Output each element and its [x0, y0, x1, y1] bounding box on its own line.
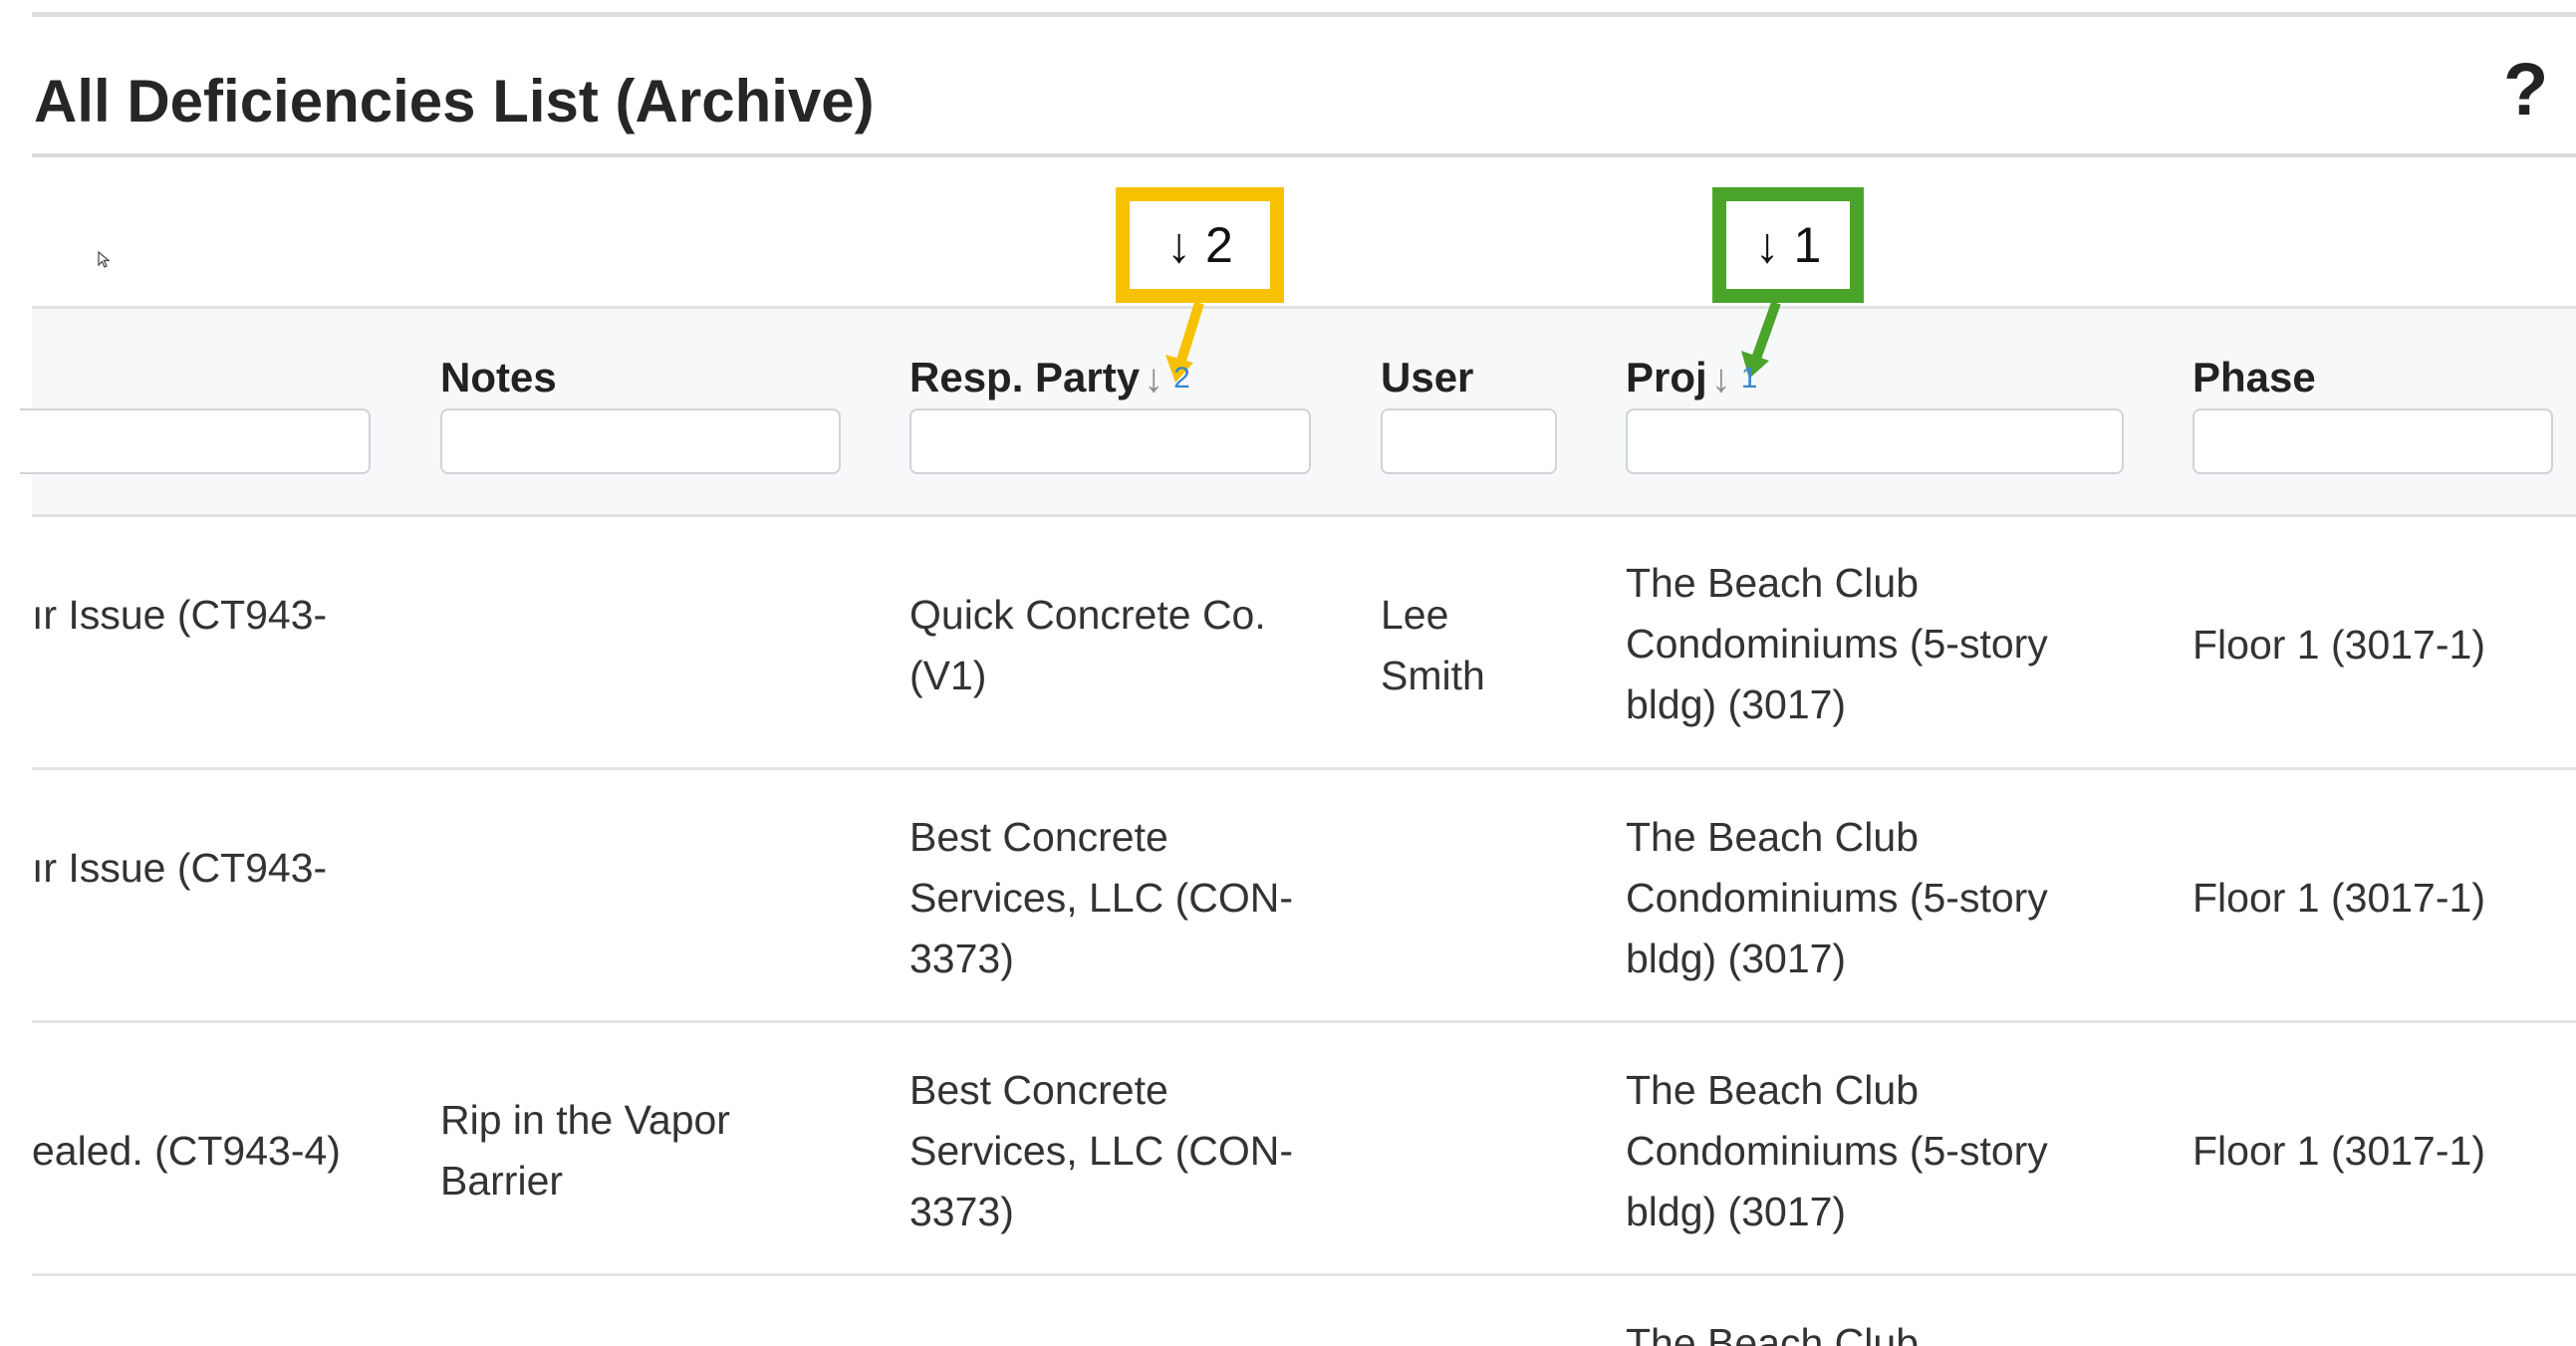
cell-line: Services, LLC (CON-	[909, 875, 1294, 921]
cell-description: ealed. (CT943-4)	[32, 1128, 341, 1174]
cell-user: Lee Smith	[1381, 585, 1580, 706]
sort-callout-primary-label: ↓ 1	[1726, 201, 1850, 289]
cell-proj: The Beach Club	[1626, 1320, 1920, 1346]
sort-callout-secondary: ↓ 2	[1116, 187, 1284, 303]
col-header-phase[interactable]: Phase	[2192, 353, 2316, 403]
cell-line: Rip in the Vapor	[440, 1097, 730, 1143]
cell-line: Barrier	[440, 1158, 564, 1204]
cell-line: Best Concrete	[909, 1067, 1168, 1113]
cell-proj: The Beach Club Condominiums (5-story bld…	[1626, 807, 2144, 989]
cell-line: bldg) (3017)	[1626, 1189, 1847, 1234]
filter-input-notes[interactable]	[440, 408, 841, 474]
col-header-resp-party-label: Resp. Party	[909, 354, 1141, 401]
cell-line: The Beach Club	[1626, 814, 1920, 860]
cell-line: Services, LLC (CON-	[909, 1128, 1294, 1174]
sort-order-badge: 1	[1740, 362, 1758, 395]
cell-line: 3373)	[909, 1189, 1014, 1234]
cell-resp-party: Best Concrete Services, LLC (CON- 3373)	[909, 1060, 1348, 1242]
cell-line: Best Concrete	[909, 814, 1168, 860]
filter-input-proj[interactable]	[1626, 408, 2124, 474]
cell-phase: Floor 1 (3017-1)	[2192, 1128, 2485, 1174]
row-divider	[32, 1020, 2576, 1023]
cell-line: 3373)	[909, 936, 1014, 981]
col-header-phase-label: Phase	[2192, 354, 2316, 401]
cell-line: Smith	[1381, 653, 1485, 698]
cell-line: bldg) (3017)	[1626, 936, 1847, 981]
col-header-resp-party[interactable]: Resp. Party ↓ 2	[909, 353, 1190, 407]
sort-callout-primary: ↓ 1	[1712, 187, 1864, 303]
cell-line: The Beach Club	[1626, 560, 1920, 606]
col-header-user[interactable]: User	[1381, 353, 1473, 403]
row-divider	[32, 767, 2576, 770]
cell-proj: The Beach Club Condominiums (5-story bld…	[1626, 1060, 2144, 1242]
cell-line: bldg) (3017)	[1626, 681, 1847, 727]
cell-proj: The Beach Club Condominiums (5-story bld…	[1626, 553, 2144, 735]
col-header-notes-label: Notes	[440, 354, 557, 401]
col-header-user-label: User	[1381, 354, 1474, 401]
col-header-notes[interactable]: Notes	[440, 353, 557, 403]
cell-line: Condominiums (5-story	[1626, 875, 2048, 921]
cell-line: Condominiums (5-story	[1626, 621, 2048, 667]
sort-down-arrow-icon[interactable]: ↓	[1144, 357, 1163, 401]
cell-line: Condominiums (5-story	[1626, 1128, 2048, 1174]
row-divider	[32, 1273, 2576, 1276]
cell-notes: Rip in the Vapor Barrier	[440, 1090, 859, 1211]
page-title: All Deficiencies List (Archive)	[34, 68, 875, 135]
cell-line: (V1)	[909, 653, 987, 698]
cell-resp-party: Quick Concrete Co. (V1)	[909, 585, 1348, 706]
help-icon[interactable]: ?	[2503, 50, 2548, 130]
sort-order-badge: 2	[1173, 362, 1190, 395]
cell-phase: Floor 1 (3017-1)	[2192, 622, 2485, 668]
sort-down-arrow-icon[interactable]: ↓	[1711, 357, 1731, 401]
filter-input-phase[interactable]	[2192, 408, 2553, 474]
mouse-cursor-icon	[98, 251, 111, 268]
cell-line: Quick Concrete Co.	[909, 592, 1266, 638]
cell-resp-party: Best Concrete Services, LLC (CON- 3373)	[909, 807, 1348, 989]
filter-input-user[interactable]	[1381, 408, 1557, 474]
filter-input-description[interactable]	[20, 408, 371, 474]
cell-line: Lee	[1381, 592, 1449, 638]
cell-description: ır Issue (CT943-	[32, 845, 328, 891]
sort-callout-secondary-label: ↓ 2	[1130, 201, 1270, 289]
cell-phase: Floor 1 (3017-1)	[2192, 875, 2485, 921]
title-divider	[32, 153, 2576, 157]
cell-description: ır Issue (CT943-	[32, 592, 328, 638]
col-header-proj[interactable]: Proj ↓ 1	[1626, 353, 1757, 407]
cell-line: The Beach Club	[1626, 1067, 1920, 1113]
filter-input-resp-party[interactable]	[909, 408, 1311, 474]
top-divider	[32, 12, 2576, 17]
col-header-proj-label: Proj	[1626, 354, 1707, 401]
